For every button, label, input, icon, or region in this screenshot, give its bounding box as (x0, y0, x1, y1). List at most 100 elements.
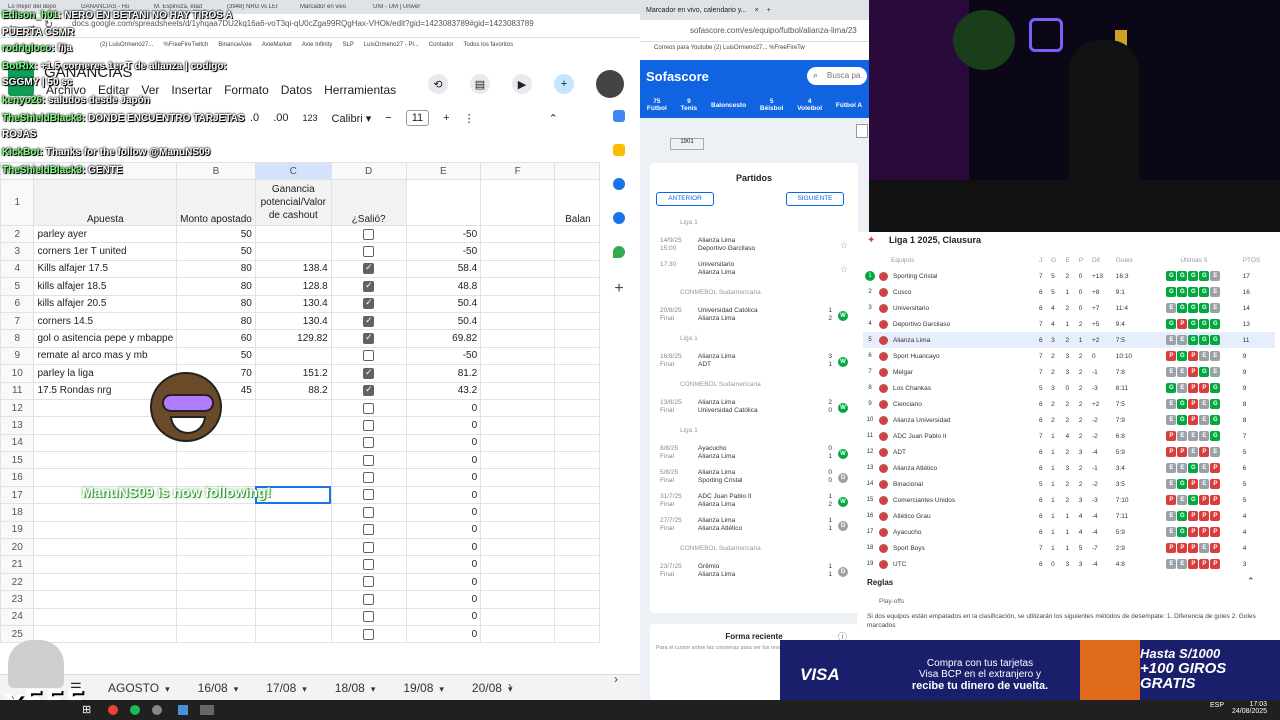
checkbox-checked[interactable] (363, 367, 375, 379)
cell-apuesta[interactable]: parley la liga (33, 364, 178, 383)
cell[interactable] (480, 503, 556, 522)
cell-apuesta[interactable]: corners 14.5 (33, 311, 178, 331)
row-number[interactable]: 24 (0, 607, 35, 626)
cell-monto[interactable] (176, 624, 256, 644)
cell-monto[interactable]: 80 (176, 294, 256, 313)
cell[interactable] (554, 346, 600, 366)
cell[interactable] (480, 451, 556, 470)
row-number[interactable]: 20 (0, 538, 35, 557)
cell[interactable] (554, 468, 600, 487)
cell-salio[interactable] (330, 485, 407, 505)
cell-salio[interactable] (330, 346, 407, 366)
cell[interactable] (480, 572, 556, 592)
checkbox-checked[interactable] (363, 280, 375, 292)
standings-row[interactable]: 12 ADT 6 1 2 3 -4 5:9 P P E P E 5 (863, 444, 1275, 460)
cell-ganancia[interactable] (254, 242, 332, 261)
cell-ganancia[interactable]: 129.82 (254, 329, 332, 348)
close-tab-icon[interactable]: × (755, 7, 759, 14)
standings-row[interactable]: 9 Cienciano 6 2 2 2 +2 7:5 E G P E G 8 (863, 396, 1275, 412)
sport-tab[interactable]: 75 Fútbol (647, 98, 667, 112)
cell-apuesta[interactable]: parley ayer (33, 224, 178, 244)
cell-apuesta[interactable]: remate al arco mas y mb (33, 346, 178, 366)
menu-item[interactable]: Herramientas (324, 83, 396, 97)
address-bar[interactable]: sofascore.com/es/equipo/futbol/alianza-l… (640, 20, 869, 42)
cell-salio[interactable] (330, 259, 407, 279)
cell[interactable] (480, 485, 556, 505)
cell-balance[interactable]: 81.2 (405, 364, 482, 383)
sheet-tab[interactable]: 18/08 ▾ (335, 681, 376, 695)
cell-monto[interactable] (176, 451, 256, 470)
cell-apuesta[interactable] (33, 607, 178, 626)
cell-ganancia[interactable] (254, 503, 332, 522)
bookmark-link[interactable]: (2) LuisOrmeno27... (100, 42, 153, 48)
collapse-toolbar-icon[interactable]: ⌃ (549, 112, 558, 125)
cell[interactable] (405, 179, 482, 226)
cell[interactable] (480, 277, 556, 296)
cell-ganancia[interactable] (254, 224, 332, 244)
bookmark-link[interactable]: SLP (342, 42, 353, 48)
column-header[interactable]: F (480, 162, 556, 180)
match-row[interactable]: 23/7/25 Final Grêmio Alianza Lima 1 1 D (660, 563, 850, 585)
cell[interactable] (554, 259, 600, 279)
add-addon-icon[interactable]: + (614, 280, 623, 298)
standings-row[interactable]: 1 Sporting Cristal 7 5 2 0 +13 16:3 G G G G E 17 (863, 268, 1275, 284)
cell-balance[interactable]: 0 (405, 520, 482, 540)
cell-ganancia[interactable] (254, 538, 332, 557)
checkbox[interactable] (363, 593, 375, 605)
cell-salio[interactable] (330, 538, 407, 557)
cell-monto[interactable] (176, 503, 256, 522)
bookmark-link[interactable]: Contador (429, 42, 454, 48)
match-row[interactable]: 16/8/25 Final Alianza Lima ADT 3 1 W (660, 353, 850, 375)
checkbox-checked[interactable] (363, 384, 375, 397)
row-number[interactable]: 4 (0, 259, 35, 279)
cell-monto[interactable] (176, 590, 256, 609)
column-header[interactable]: E (405, 162, 482, 180)
obs-icon[interactable] (152, 705, 162, 715)
keep-icon[interactable] (613, 144, 625, 156)
checkbox[interactable] (363, 559, 375, 571)
checkbox[interactable] (363, 350, 375, 362)
cell-ganancia[interactable]: 138.4 (254, 259, 332, 279)
cell[interactable] (554, 572, 600, 592)
row-number[interactable]: 23 (0, 590, 35, 609)
row-number[interactable]: 8 (0, 329, 35, 348)
cell-balance[interactable]: 0 (405, 433, 482, 453)
match-row[interactable]: 17:30 Universitario Alianza Lima ☆ (660, 261, 850, 283)
sheet-grid[interactable]: A B C D E F 1 Apuesta Monto apostado Gan… (0, 162, 600, 662)
decrease-decimal-button[interactable]: .0 (250, 112, 259, 124)
font-size-plus-button[interactable]: + (443, 112, 449, 124)
match-row[interactable]: 31/7/25 Final ADC Juan Pablo II Alianza Lim… (660, 493, 850, 515)
cell-ganancia[interactable] (254, 398, 332, 418)
cell[interactable] (554, 624, 600, 644)
cell-balance[interactable]: 0 (405, 607, 482, 626)
cell-monto[interactable]: 80 (176, 259, 256, 279)
side-panel-toggle-icon[interactable]: › (614, 672, 618, 686)
cell[interactable] (480, 224, 556, 244)
row-number[interactable]: 12 (0, 398, 35, 418)
scroll-right-icon[interactable]: › (508, 679, 512, 693)
cell-balance[interactable]: -50 (405, 242, 482, 261)
tasks-icon[interactable] (613, 178, 625, 190)
cell-salio[interactable] (330, 468, 407, 487)
checkbox-checked[interactable] (363, 315, 375, 327)
cell-ganancia[interactable] (254, 624, 332, 644)
language-indicator[interactable]: ESP (1210, 702, 1224, 709)
share-icon[interactable]: + (554, 74, 574, 94)
cell[interactable] (480, 590, 556, 609)
bookmark-link[interactable]: BinanceAxie (218, 42, 251, 48)
cell-ganancia[interactable] (254, 590, 332, 609)
contacts-icon[interactable] (613, 212, 625, 224)
sport-tab[interactable]: Baloncesto (711, 102, 746, 109)
cell[interactable] (480, 242, 556, 261)
cell[interactable] (480, 520, 556, 540)
cell[interactable] (480, 179, 556, 226)
cell[interactable] (554, 329, 600, 348)
cell-salio[interactable] (330, 590, 407, 609)
comments-icon[interactable]: ▤ (470, 74, 490, 94)
cell-ganancia[interactable] (254, 607, 332, 626)
checkbox[interactable] (363, 437, 375, 449)
cell[interactable] (554, 398, 600, 418)
row-number[interactable]: 15 (0, 451, 35, 470)
font-size-input[interactable]: 11 (405, 110, 430, 126)
standings-row[interactable]: 17 Ayacucho 6 1 1 4 -4 5:9 E G P P P 4 (863, 524, 1275, 540)
